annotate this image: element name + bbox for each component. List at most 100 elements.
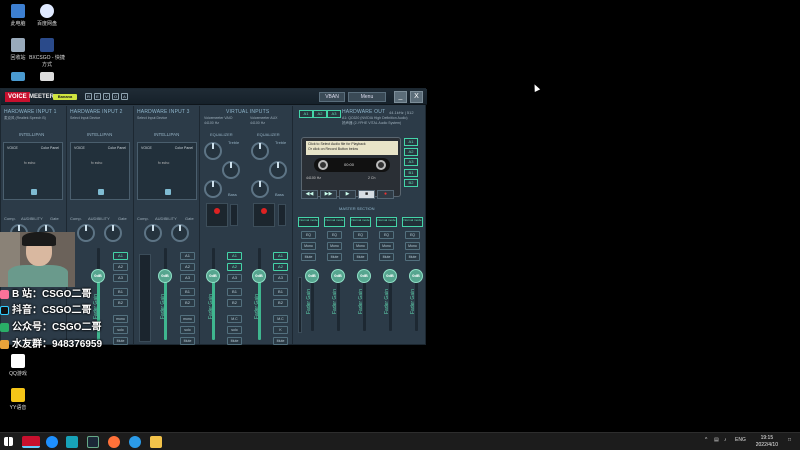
mute-button[interactable]: Mute	[353, 253, 368, 261]
bus-a3-button[interactable]: A3	[273, 274, 288, 282]
k-button[interactable]: K	[273, 326, 288, 334]
tape-out-a3[interactable]: A3	[404, 158, 418, 166]
bus-a1-button[interactable]: A1	[180, 252, 195, 260]
bus-b1-button[interactable]: B1	[180, 288, 195, 296]
windows-start-icon[interactable]	[4, 437, 13, 446]
bus-a3-button[interactable]: A3	[227, 274, 242, 282]
eq-button[interactable]: EQ	[327, 231, 342, 239]
bus-b2-button[interactable]: B2	[180, 299, 195, 307]
tape-out-b1[interactable]: B1	[404, 169, 418, 177]
mute-button[interactable]: Mute	[180, 337, 195, 345]
fader-gain-knob[interactable]: 0dB	[91, 269, 105, 283]
bus-a1-button[interactable]: A1	[113, 252, 128, 260]
mute-button[interactable]: Mute	[227, 337, 242, 345]
tape-out-b2[interactable]: B2	[404, 179, 418, 187]
comp-knob[interactable]	[144, 224, 162, 242]
vban-button[interactable]: VBAN	[319, 92, 345, 102]
eq-button[interactable]: EQ	[405, 231, 420, 239]
gate-knob[interactable]	[171, 224, 189, 242]
notification-icon[interactable]: □	[788, 437, 791, 443]
firefox-icon[interactable]	[108, 436, 120, 448]
hw-out-a2-button[interactable]: A2	[313, 110, 327, 118]
normal-mode-button[interactable]: Normal mode	[376, 217, 397, 227]
desktop-icon-app6[interactable]	[29, 72, 65, 83]
bus-a2-button[interactable]: A2	[180, 263, 195, 271]
normal-mode-button[interactable]: Normal mode	[298, 217, 319, 227]
fader-gain-knob[interactable]: 0dB	[158, 269, 172, 283]
bus-b1-button[interactable]: B1	[273, 288, 288, 296]
bus-a2-button[interactable]: A2	[113, 263, 128, 271]
clock[interactable]: 19:15 2022/4/10	[756, 435, 778, 449]
rewind-button[interactable]: ◀◀	[301, 190, 318, 199]
voicemeeter-titlebar[interactable]: VOICE MEETER Banana R E V O A VBAN Menu …	[1, 89, 427, 105]
hardware-out-device-2[interactable]: 扬声器 (2-YPHE VITAL Audio System)	[342, 121, 401, 126]
forward-button[interactable]: ▶▶	[320, 190, 337, 199]
play-button[interactable]: ▶	[339, 190, 356, 199]
app-cyan-icon[interactable]	[66, 436, 78, 448]
file-explorer-icon[interactable]	[150, 436, 162, 448]
bus-b2-button[interactable]: B2	[273, 299, 288, 307]
fader-gain-knob[interactable]: 0dB	[252, 269, 266, 283]
normal-mode-button[interactable]: Normal mode	[350, 217, 371, 227]
bus-a2-button[interactable]: A2	[227, 263, 242, 271]
mute-button[interactable]: Mute	[327, 253, 342, 261]
normal-mode-button[interactable]: Normal mode	[324, 217, 345, 227]
bus-b1-button[interactable]: B1	[113, 288, 128, 296]
desktop-icon-qq-games[interactable]: QQ游戏	[0, 354, 36, 377]
mid-knob[interactable]	[222, 161, 240, 179]
treble-knob[interactable]	[251, 142, 269, 160]
hardware-out-device-1[interactable]: A1: QC620 (NVIDIA High Definition Audio)	[342, 116, 408, 120]
mono-button[interactable]: Mono	[405, 242, 420, 250]
record-a-button[interactable]: A	[121, 93, 128, 100]
voicemeeter-taskbar-icon[interactable]	[22, 436, 40, 448]
bus-a1-button[interactable]: A1	[227, 252, 242, 260]
fader-gain-knob[interactable]: 0dB	[331, 269, 345, 283]
intellipan-pad[interactable]: VOICE Color Panel fx echo	[3, 142, 63, 200]
bass-knob[interactable]	[204, 180, 222, 198]
menu-button[interactable]: Menu	[348, 92, 386, 102]
bus-a3-button[interactable]: A3	[113, 274, 128, 282]
language-indicator[interactable]: ENG	[735, 437, 746, 443]
record-o-button[interactable]: O	[112, 93, 119, 100]
steam-icon[interactable]	[87, 436, 99, 448]
bus-a2-button[interactable]: A2	[273, 263, 288, 271]
close-button[interactable]: X	[410, 91, 423, 103]
fader-gain-knob[interactable]: 0dB	[409, 269, 423, 283]
mute-button[interactable]: Mute	[301, 253, 316, 261]
strip-device[interactable]: 麦克风 (Realtek Speech B)	[4, 116, 46, 121]
desktop-icon-bxcsgo[interactable]: BXCSGO - 快捷方式	[29, 38, 65, 68]
app-blue-icon[interactable]	[46, 436, 58, 448]
desktop-icon-yy[interactable]: YY语音	[0, 388, 36, 411]
comp-knob[interactable]	[77, 224, 95, 242]
mono-button[interactable]: Mono	[379, 242, 394, 250]
eq-button[interactable]: EQ	[301, 231, 316, 239]
mono-button[interactable]: mono	[180, 315, 195, 323]
tray-chevron-icon[interactable]: ^	[705, 437, 707, 443]
mono-button[interactable]: Mono	[353, 242, 368, 250]
mc-button[interactable]: M.C	[227, 315, 242, 323]
mono-button[interactable]: Mono	[301, 242, 316, 250]
cassette-player[interactable]: Click to Select Audio file for Playback …	[301, 137, 401, 197]
mute-button[interactable]: Mute	[273, 337, 288, 345]
intellipan-pad[interactable]: VOICE Color Panel fx echo	[137, 142, 197, 200]
solo-button[interactable]: solo	[113, 326, 128, 334]
intellipan-cursor[interactable]	[31, 189, 37, 195]
fader-gain-knob[interactable]: 0dB	[305, 269, 319, 283]
eq-button[interactable]: EQ	[379, 231, 394, 239]
network-icon[interactable]: ▤	[714, 437, 719, 443]
fader-gain-knob[interactable]: 0dB	[383, 269, 397, 283]
mute-button[interactable]: Mute	[113, 337, 128, 345]
mid-knob[interactable]	[269, 161, 287, 179]
record-v-button[interactable]: V	[103, 93, 110, 100]
intellipan-cursor[interactable]	[98, 189, 104, 195]
intellipan-cursor[interactable]	[165, 189, 171, 195]
bus-b2-button[interactable]: B2	[227, 299, 242, 307]
hw-out-a1-button[interactable]: A1	[299, 110, 313, 118]
desktop-icon-baidu-netdisk[interactable]: 百度网盘	[29, 4, 65, 27]
bus-b2-button[interactable]: B2	[113, 299, 128, 307]
solo-button[interactable]: solo	[227, 326, 242, 334]
record-e-button[interactable]: E	[94, 93, 101, 100]
stop-button[interactable]: ■	[358, 190, 375, 199]
eq-button[interactable]: EQ	[353, 231, 368, 239]
minimize-button[interactable]: _	[394, 91, 407, 103]
